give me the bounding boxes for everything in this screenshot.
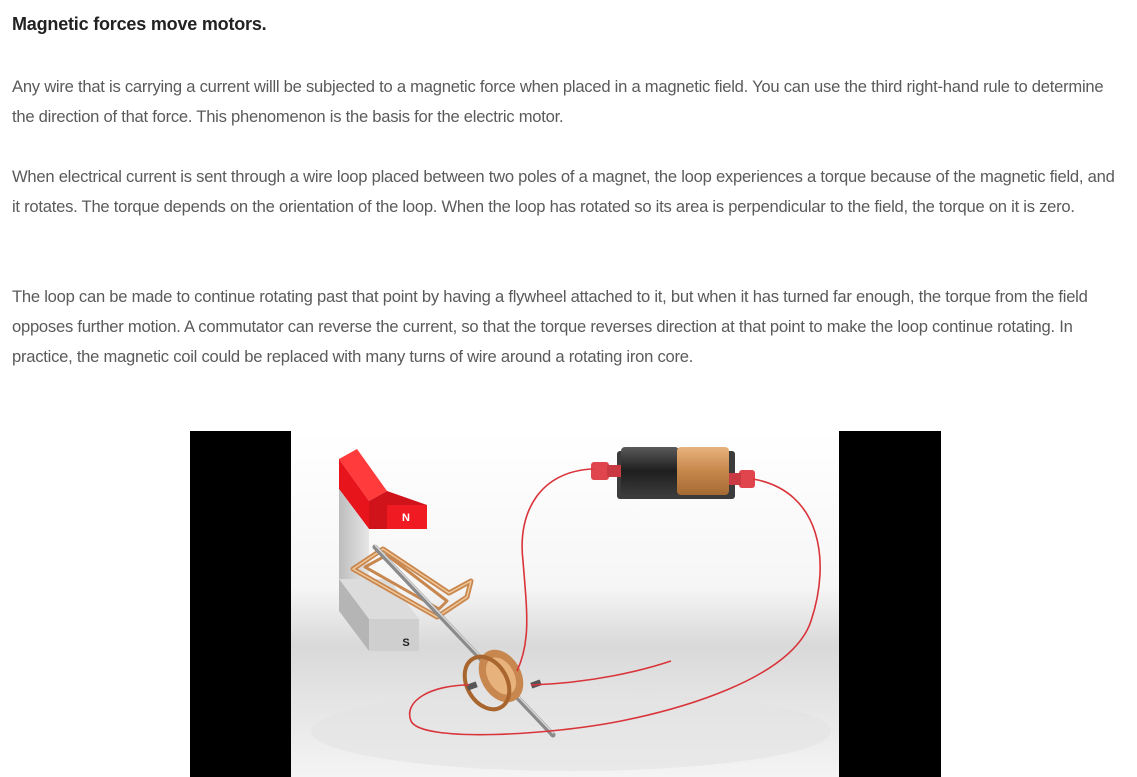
electric-motor-illustration: N S [291,431,839,777]
south-pole-label: S [402,637,409,649]
paragraph-wire-loop-torque: When electrical current is sent through … [12,167,1115,216]
paragraph-commutator: The loop can be made to continue rotatin… [12,287,1088,366]
motor-diagram-frame: N S [291,431,839,777]
floor-shadow [311,691,831,771]
north-pole-label: N [402,512,410,524]
paragraph-magnetic-force: Any wire that is carrying a current will… [12,77,1104,126]
motor-video-player[interactable]: N S [190,431,941,777]
battery-terminal-left [591,462,609,480]
battery-terminal-right [739,470,755,488]
section-heading: Magnetic forces move motors. [12,14,267,34]
magnet-south-pole-face [369,619,419,651]
